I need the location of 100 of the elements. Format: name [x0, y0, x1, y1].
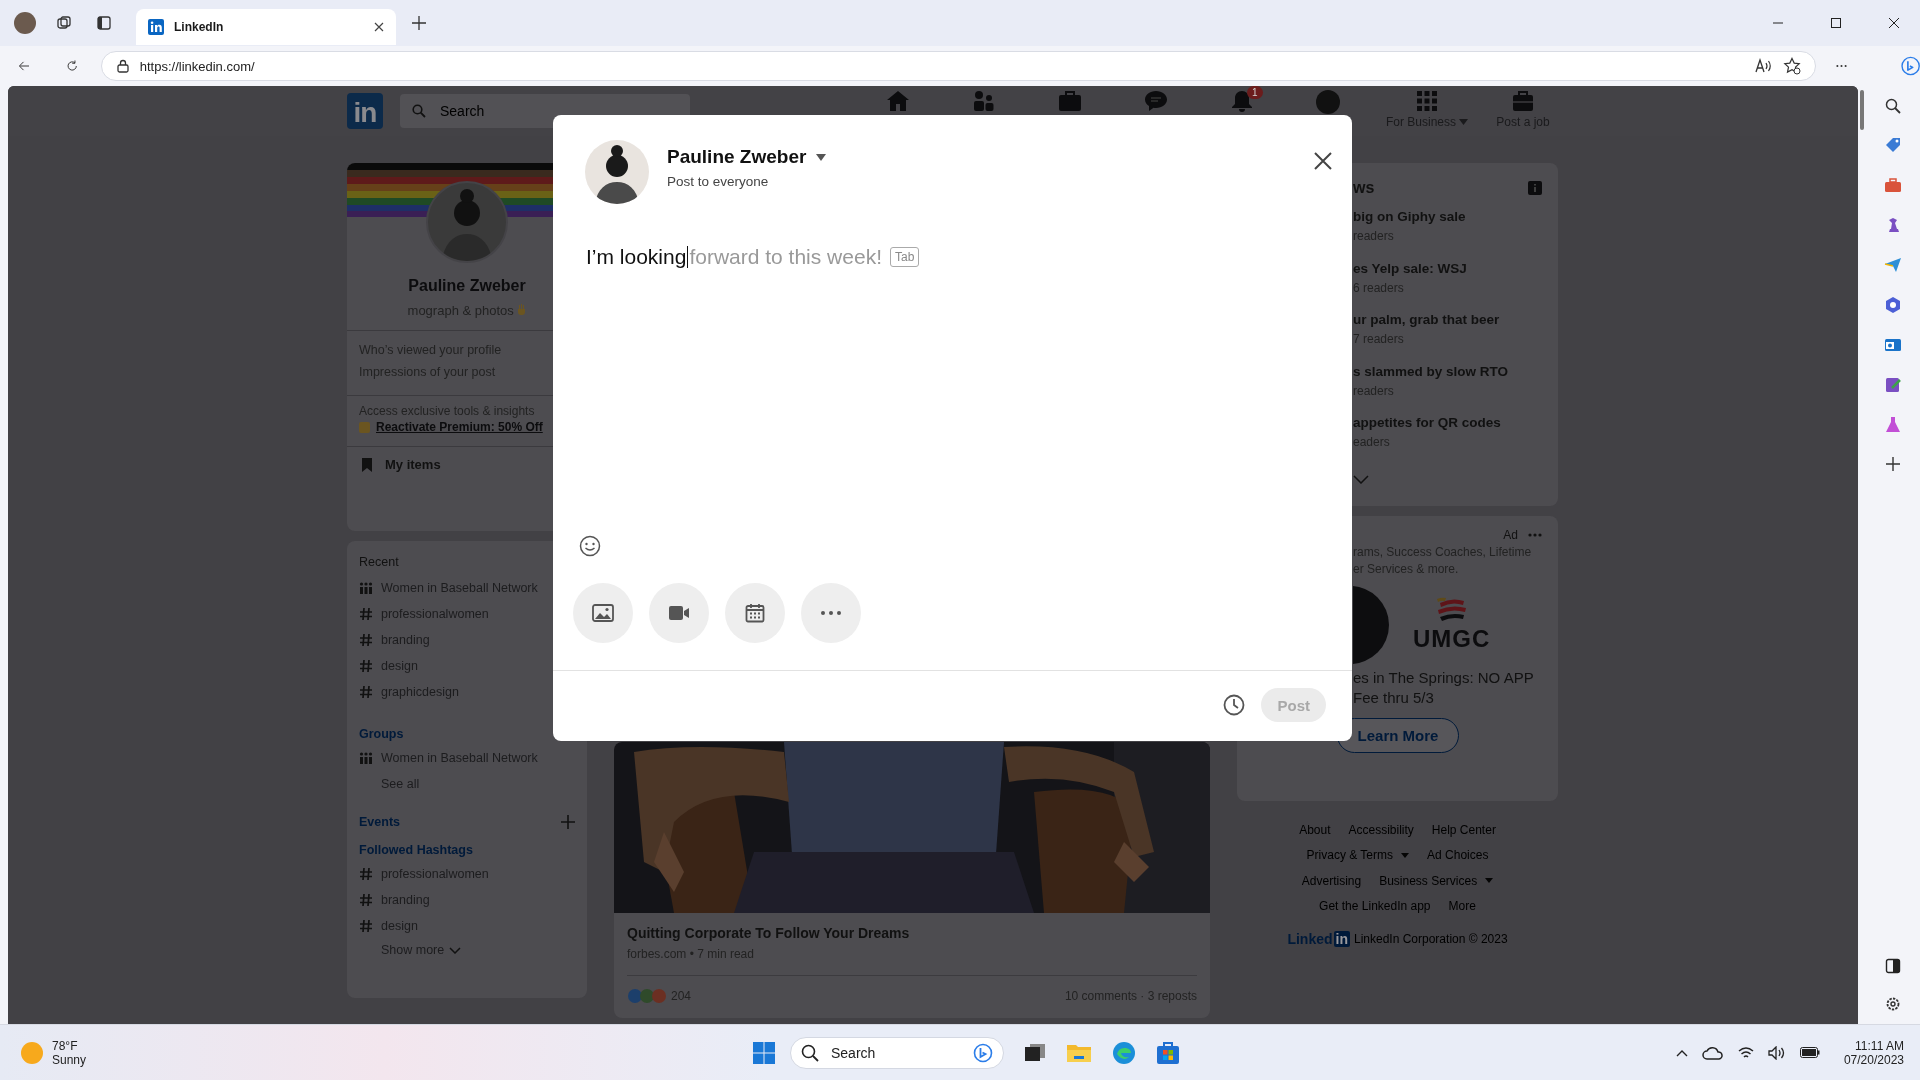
group-icon: [359, 582, 373, 594]
caret-icon: [1459, 119, 1468, 125]
news-headline[interactable]: appetites for QR codes: [1353, 415, 1542, 430]
section-title[interactable]: Followed Hashtags: [359, 843, 575, 857]
settings-icon[interactable]: [1885, 996, 1901, 1012]
favorites-icon[interactable]: [1782, 57, 1801, 75]
hashtag-icon: [359, 919, 373, 933]
footer-link[interactable]: Advertising: [1301, 873, 1362, 888]
read-aloud-icon[interactable]: [1754, 58, 1773, 74]
workspaces-icon[interactable]: [56, 15, 72, 31]
footer-link[interactable]: More: [1448, 899, 1476, 914]
clock-icon[interactable]: [1223, 694, 1246, 716]
clock-date[interactable]: 07/20/2023: [1843, 1052, 1904, 1067]
volume-icon[interactable]: [1767, 1045, 1786, 1060]
emoji-icon[interactable]: [579, 535, 601, 557]
more-icon[interactable]: [1835, 64, 1847, 68]
hashtag-icon: [359, 607, 373, 621]
footer-link[interactable]: Ad Choices: [1427, 848, 1489, 863]
news-headline[interactable]: es Yelp sale: WSJ: [1353, 260, 1542, 276]
hashtag-icon: [359, 867, 373, 881]
weather-condition[interactable]: Sunny: [52, 1052, 87, 1067]
video-camera-icon: [668, 605, 690, 621]
footer-link[interactable]: Accessibility: [1348, 822, 1414, 837]
flask-icon[interactable]: [1884, 416, 1902, 434]
mail-icon[interactable]: [1884, 336, 1902, 354]
browser-tab[interactable]: LinkedIn: [136, 9, 396, 45]
ad-headline: es in The Springs: NO APP: [1353, 669, 1535, 686]
search-input[interactable]: Search: [438, 102, 642, 120]
my-items-link[interactable]: My items: [385, 457, 441, 472]
tab-actions-icon[interactable]: [96, 15, 112, 31]
audience-label[interactable]: Post to everyone: [667, 174, 827, 189]
linkedin-logo: Linked in: [1287, 931, 1350, 947]
premium-link[interactable]: Reactivate Premium: 50% Off: [376, 420, 543, 434]
tag-icon[interactable]: [1884, 136, 1902, 154]
cloud-icon[interactable]: [1701, 1045, 1724, 1060]
section-title: Recent: [359, 555, 400, 569]
temperature[interactable]: 78°F: [52, 1038, 87, 1053]
search-icon: [801, 1043, 819, 1062]
news-headline[interactable]: ur palm, grab that beer: [1353, 312, 1542, 327]
hexagon-icon[interactable]: [1884, 296, 1902, 314]
close-icon[interactable]: [1314, 152, 1332, 170]
add-icon[interactable]: [1885, 456, 1901, 472]
taskbar-search-field[interactable]: Search: [790, 1036, 1004, 1069]
maximize-icon[interactable]: [1830, 17, 1842, 29]
notes-icon[interactable]: [1884, 376, 1902, 394]
hashtag-icon: [359, 685, 373, 699]
notification-badge: 1: [1247, 86, 1263, 99]
reactions-icon: [627, 988, 667, 1004]
footer-link[interactable]: Business Services: [1379, 873, 1494, 888]
hand-icon: [517, 304, 527, 315]
wifi-icon[interactable]: [1737, 1045, 1754, 1060]
paper-plane-icon[interactable]: [1884, 256, 1902, 274]
profile-avatar[interactable]: [14, 12, 36, 34]
search-icon: [412, 104, 426, 118]
battery-icon[interactable]: [1799, 1047, 1820, 1058]
footer-link[interactable]: Privacy & Terms: [1306, 848, 1410, 863]
author-selector[interactable]: Pauline Zweber: [667, 146, 827, 168]
search-icon[interactable]: [1885, 98, 1901, 114]
footer-link[interactable]: About: [1299, 822, 1331, 837]
image-icon: [592, 604, 614, 622]
calendar-icon: [745, 603, 765, 623]
news-headline[interactable]: s slammed by slow RTO: [1353, 363, 1542, 379]
chevron-down-icon: [449, 946, 462, 954]
lock-icon: [115, 59, 130, 73]
ad-headline: Fee thru 5/3: [1353, 689, 1435, 706]
store-icon[interactable]: [1156, 1040, 1180, 1065]
group-icon: [359, 752, 373, 764]
address-bar[interactable]: https://linkedin.com/: [100, 51, 1816, 81]
toolbox-icon[interactable]: [1884, 176, 1902, 194]
profile-name[interactable]: Pauline Zweber: [408, 277, 526, 295]
site-icon: [148, 19, 164, 35]
linkedin-logo[interactable]: in: [347, 93, 383, 129]
footer-link[interactable]: Get the LinkedIn app: [1319, 899, 1431, 914]
post-text-field[interactable]: I’m lookingforward to this week! Tab: [586, 237, 1352, 277]
chevron-up-icon[interactable]: [1675, 1048, 1688, 1057]
sidebar-toggle-icon[interactable]: [1885, 958, 1901, 974]
footer-link[interactable]: Help Center: [1431, 822, 1496, 837]
caret-icon: [1401, 852, 1410, 858]
news-headline[interactable]: big on Giphy sale: [1353, 209, 1542, 224]
bookmark-icon: [361, 457, 373, 472]
brand-name: UMGC: [1413, 625, 1491, 653]
edge-browser-icon[interactable]: [1112, 1040, 1136, 1065]
clock-time[interactable]: 11:11 AM: [1855, 1038, 1904, 1053]
premium-icon: [359, 421, 370, 433]
copyright: LinkedIn Corporation © 2023: [1354, 932, 1508, 946]
copilot-icon: [973, 1042, 993, 1063]
close-icon[interactable]: [1888, 17, 1900, 29]
more-icon: [821, 611, 841, 615]
learn-more-button[interactable]: Learn More: [1337, 718, 1459, 753]
caret-icon: [816, 153, 827, 161]
caret-icon: [1485, 878, 1494, 884]
new-tab-icon[interactable]: [412, 16, 426, 30]
close-icon[interactable]: [374, 22, 384, 32]
section-title[interactable]: Events: [359, 815, 400, 829]
hashtag-icon: [359, 633, 373, 647]
hashtag-icon: [359, 893, 373, 907]
hashtag-icon: [359, 659, 373, 673]
search-input[interactable]: Search: [829, 1043, 963, 1062]
post-title[interactable]: Quitting Corporate To Follow Your Dreams: [614, 913, 1210, 941]
windows-start-icon[interactable]: [752, 1040, 776, 1065]
